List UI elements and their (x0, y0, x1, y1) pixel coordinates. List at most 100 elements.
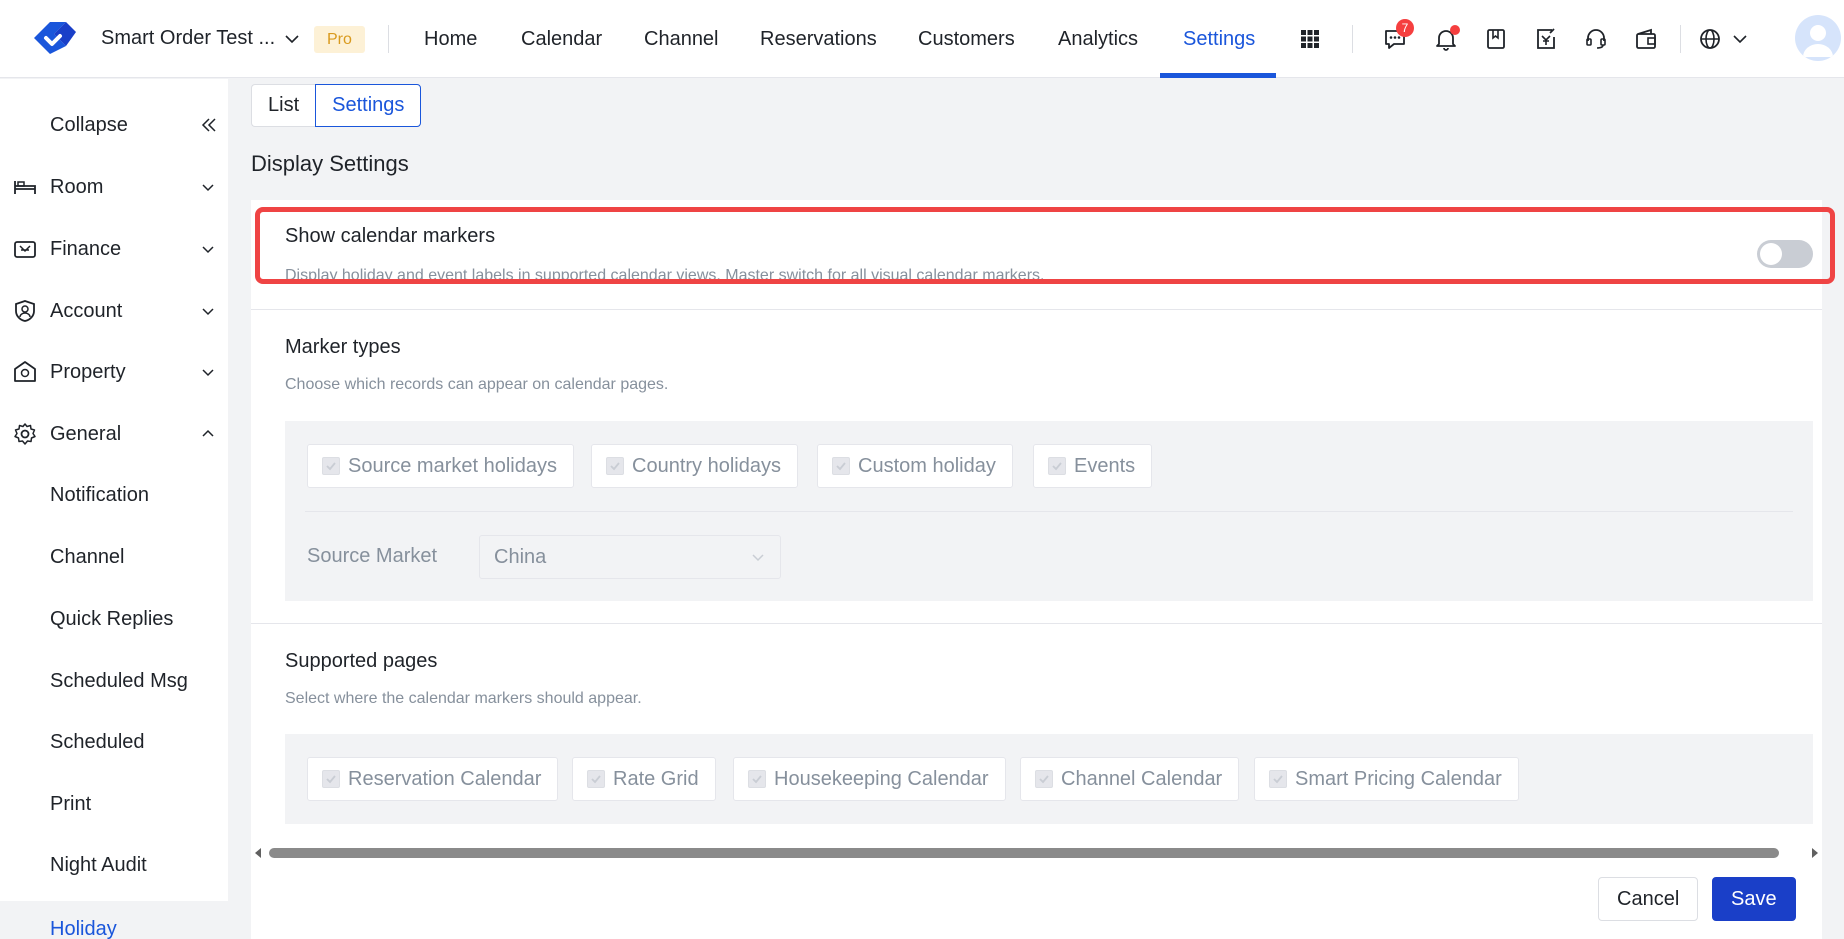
property-icon (14, 361, 36, 382)
headset-icon[interactable] (1581, 24, 1611, 54)
checkbox-label: Channel Calendar (1061, 767, 1223, 790)
marker-types-title: Marker types (285, 336, 401, 358)
property-name[interactable]: Smart Order Test ... (101, 27, 275, 50)
checkbox-icon (832, 457, 850, 475)
chevron-down-icon (752, 554, 764, 562)
supported-pages-description: Select where the calendar markers should… (285, 690, 642, 707)
divider (1680, 25, 1681, 53)
sidebar-collapse-label: Collapse (50, 113, 128, 136)
tab-settings[interactable]: Settings (315, 84, 422, 127)
sidebar-subitem-scheduled-msg[interactable]: Scheduled Msg (0, 653, 228, 709)
divider (251, 623, 1822, 624)
apps-grid-icon[interactable] (1295, 24, 1325, 54)
view-tabs: List Settings (251, 84, 422, 127)
sidebar-subitem-label: Print (50, 792, 92, 815)
source-market-select[interactable]: China (479, 535, 781, 579)
nav-analytics[interactable]: Analytics (1058, 0, 1138, 78)
horizontal-scrollbar[interactable] (251, 844, 1822, 862)
bookmark-icon[interactable] (1481, 24, 1511, 54)
checkbox-custom-holiday[interactable]: Custom holiday (817, 444, 1013, 488)
sidebar: Collapse Room Finance Account Property G… (0, 79, 228, 939)
checkbox-housekeeping-calendar[interactable]: Housekeeping Calendar (733, 757, 1006, 801)
wallet-icon[interactable] (1631, 24, 1661, 54)
sidebar-item-property[interactable]: Property (0, 344, 228, 400)
sidebar-subitem-label: Holiday (50, 917, 117, 939)
chevron-up-icon (202, 429, 214, 437)
checkbox-rate-grid[interactable]: Rate Grid (572, 757, 716, 801)
nav-calendar[interactable]: Calendar (521, 0, 602, 78)
tab-list[interactable]: List (251, 84, 316, 127)
sidebar-item-label: Finance (50, 237, 122, 260)
divider (1352, 25, 1353, 53)
toggle-knob (1760, 243, 1782, 265)
sidebar-subitem-holiday[interactable]: Holiday (0, 901, 228, 939)
sidebar-subitem-label: Channel (50, 545, 125, 568)
notification-dot (1450, 25, 1460, 35)
nav-home[interactable]: Home (424, 0, 477, 78)
app-logo-icon[interactable] (30, 16, 80, 60)
chevron-down-icon (202, 246, 214, 254)
sidebar-item-general[interactable]: General (0, 406, 228, 462)
nav-customers[interactable]: Customers (918, 0, 1015, 78)
checkbox-icon (322, 457, 340, 475)
chevron-down-icon[interactable] (283, 30, 301, 48)
checkbox-source-market-holidays[interactable]: Source market holidays (307, 444, 574, 488)
sidebar-subitem-quick-replies[interactable]: Quick Replies (0, 591, 228, 647)
sidebar-item-label: Property (50, 360, 126, 383)
user-shield-icon (15, 300, 35, 322)
scroll-left-icon[interactable] (255, 848, 261, 858)
checkbox-icon (748, 770, 766, 788)
checkbox-channel-calendar[interactable]: Channel Calendar (1020, 757, 1240, 801)
scrollbar-thumb[interactable] (269, 848, 1779, 858)
nav-settings[interactable]: Settings (1183, 0, 1255, 78)
checkbox-icon (587, 770, 605, 788)
checkbox-country-holidays[interactable]: Country holidays (591, 444, 798, 488)
sidebar-collapse[interactable]: Collapse (0, 97, 228, 153)
nav-reservations[interactable]: Reservations (760, 0, 877, 78)
sidebar-subitem-print[interactable]: Print (0, 776, 228, 832)
sidebar-subitem-night-audit[interactable]: Night Audit (0, 837, 228, 893)
sidebar-item-room[interactable]: Room (0, 159, 228, 215)
checkbox-reservation-calendar[interactable]: Reservation Calendar (307, 757, 559, 801)
checkbox-smart-pricing-calendar[interactable]: Smart Pricing Calendar (1254, 757, 1519, 801)
checkbox-icon (1035, 770, 1053, 788)
sidebar-item-label: Room (50, 175, 104, 198)
nav-channel[interactable]: Channel (644, 0, 719, 78)
save-button[interactable]: Save (1712, 877, 1796, 921)
active-nav-indicator (1160, 73, 1276, 78)
sidebar-item-label: Account (50, 299, 123, 322)
calendar-markers-title: Show calendar markers (285, 225, 496, 247)
avatar[interactable] (1795, 15, 1841, 61)
gear-icon (14, 423, 36, 445)
scroll-right-icon[interactable] (1812, 848, 1818, 858)
invoice-icon[interactable] (1531, 24, 1561, 54)
supported-pages-title: Supported pages (285, 650, 438, 672)
sidebar-subitem-scheduled[interactable]: Scheduled (0, 714, 228, 770)
checkbox-label: Rate Grid (613, 767, 699, 790)
checkbox-label: Housekeeping Calendar (774, 767, 989, 790)
checkbox-icon (1048, 457, 1066, 475)
marker-types-description: Choose which records can appear on calen… (285, 376, 669, 393)
sidebar-subitem-label: Scheduled (50, 730, 145, 753)
sidebar-subitem-notification[interactable]: Notification (0, 467, 228, 523)
calendar-markers-row: Show calendar markers Display holiday an… (251, 200, 1822, 310)
chevron-down-icon (202, 184, 214, 192)
section-title: Display Settings (251, 151, 409, 176)
globe-icon[interactable] (1695, 24, 1725, 54)
sidebar-subitem-label: Scheduled Msg (50, 669, 188, 692)
checkbox-icon (606, 457, 624, 475)
chevron-down-icon[interactable] (1731, 30, 1749, 48)
source-market-label: Source Market (307, 545, 438, 567)
double-chevron-left-icon (201, 118, 216, 132)
sidebar-subitem-channel[interactable]: Channel (0, 529, 228, 585)
checkbox-events[interactable]: Events (1033, 444, 1153, 488)
plan-badge: Pro (314, 26, 365, 53)
sidebar-item-account[interactable]: Account (0, 283, 228, 339)
checkbox-icon (322, 770, 340, 788)
supported-pages-box: Reservation Calendar Rate Grid Housekeep… (285, 734, 1813, 824)
cancel-button[interactable]: Cancel (1598, 877, 1699, 921)
calendar-markers-toggle[interactable] (1757, 240, 1813, 268)
sidebar-item-finance[interactable]: Finance (0, 221, 228, 277)
checkbox-label: Source market holidays (348, 454, 557, 477)
checkbox-label: Reservation Calendar (348, 767, 542, 790)
